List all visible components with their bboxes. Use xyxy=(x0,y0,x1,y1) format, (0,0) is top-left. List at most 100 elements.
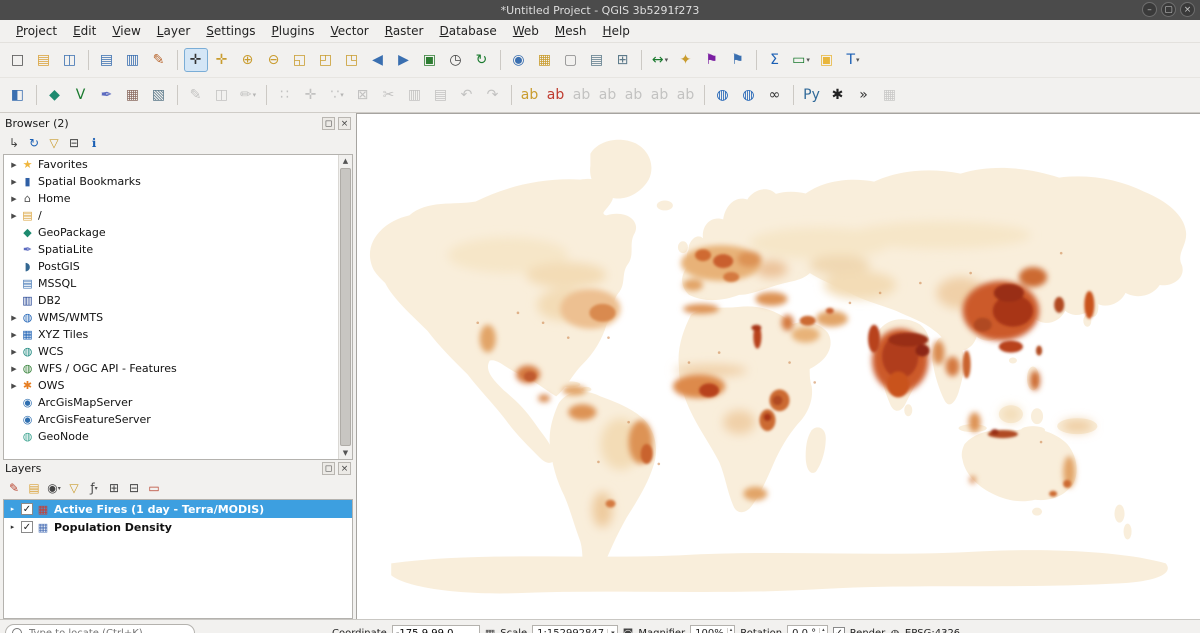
menu-web[interactable]: Web xyxy=(505,21,547,41)
geonode-browser-icon[interactable]: ◍ xyxy=(737,83,761,107)
statistics-icon[interactable]: Σ xyxy=(763,48,787,72)
menu-edit[interactable]: Edit xyxy=(65,21,104,41)
browser-item-wms-wmts[interactable]: ▶ ◍ WMS/WMTS xyxy=(4,309,338,326)
browser-item-favorites[interactable]: ▶ ★ Favorites xyxy=(4,156,338,173)
redo-icon[interactable]: ↷ xyxy=(481,83,505,107)
menu-database[interactable]: Database xyxy=(431,21,504,41)
refresh-map-icon[interactable]: ↻ xyxy=(470,48,494,72)
tree-expand-icon[interactable]: ▶ xyxy=(8,348,20,356)
rotate-label-icon[interactable]: ab xyxy=(648,83,672,107)
tree-expand-icon[interactable]: ▶ xyxy=(8,382,20,390)
tree-expand-icon[interactable]: ▶ xyxy=(8,331,20,339)
move-feature-icon[interactable]: ✛ xyxy=(299,83,323,107)
magnifier-spinner[interactable]: 100% xyxy=(690,625,735,633)
vertex-tool-icon[interactable]: ∵ ▾ xyxy=(325,83,349,107)
move-label-icon[interactable]: ab xyxy=(622,83,646,107)
select-features-icon[interactable]: ▦ xyxy=(533,48,557,72)
open-layer-styling-icon[interactable]: ✎ xyxy=(5,479,23,497)
tree-expand-icon[interactable]: ▶ xyxy=(8,314,20,322)
browser-item-geopackage[interactable]: ◆ GeoPackage xyxy=(4,224,338,241)
scroll-thumb[interactable] xyxy=(340,168,351,446)
browser-item-wcs[interactable]: ▶ ◍ WCS xyxy=(4,343,338,360)
show-bookmarks-icon[interactable]: ⚑ xyxy=(726,48,750,72)
chevron-down-icon[interactable]: ▾ xyxy=(607,629,615,633)
zoom-to-layer-icon[interactable]: ◳ xyxy=(340,48,364,72)
browser-item-spatial-bookmarks[interactable]: ▶ ▮ Spatial Bookmarks xyxy=(4,173,338,190)
pan-to-selection-icon[interactable]: ✛ xyxy=(210,48,234,72)
menu-project[interactable]: Project xyxy=(8,21,65,41)
minimize-button[interactable]: – xyxy=(1142,2,1157,17)
remove-layer-icon[interactable]: ▭ xyxy=(145,479,163,497)
locator-box[interactable] xyxy=(5,624,195,633)
browser-item-ows[interactable]: ▶ ✱ OWS xyxy=(4,377,338,394)
search-layers-icon[interactable]: ∞ xyxy=(763,83,787,107)
save-layer-edits-icon[interactable]: ◫ xyxy=(210,83,234,107)
cut-features-icon[interactable]: ✂ xyxy=(377,83,401,107)
menu-raster[interactable]: Raster xyxy=(377,21,432,41)
tree-expand-icon[interactable]: ▶ xyxy=(8,365,20,373)
close-panel-icon[interactable]: × xyxy=(338,462,351,475)
close-button[interactable]: × xyxy=(1180,2,1195,17)
properties-widget-icon[interactable]: ℹ xyxy=(85,134,103,152)
map-canvas[interactable] xyxy=(356,113,1200,619)
manage-map-themes-icon[interactable]: ◉ ▾ xyxy=(45,479,63,497)
expand-all-layers-icon[interactable]: ⊞ xyxy=(105,479,123,497)
hidden-tool-icon[interactable]: ▦ xyxy=(878,83,902,107)
toggle-editing-icon[interactable]: ✎ xyxy=(184,83,208,107)
scale-combo[interactable]: 1:152992847 ▾ xyxy=(532,625,618,633)
new-spatialite-layer-icon[interactable]: ✒ xyxy=(95,83,119,107)
identify-features-icon[interactable]: ◉ xyxy=(507,48,531,72)
tree-expand-icon[interactable]: ▶ xyxy=(8,178,20,186)
save-project-icon[interactable]: ◫ xyxy=(58,48,82,72)
style-manager-icon[interactable]: ✎ xyxy=(147,48,171,72)
scroll-down-icon[interactable] xyxy=(339,447,352,459)
browser-item-geonode[interactable]: ◍ GeoNode xyxy=(4,428,338,445)
change-label-icon[interactable]: ab xyxy=(674,83,698,107)
float-panel-icon[interactable]: ◻ xyxy=(322,462,335,475)
menu-help[interactable]: Help xyxy=(595,21,638,41)
layer-active-fires[interactable]: ▸ ✓ ▦ Active Fires (1 day - Terra/MODIS) xyxy=(4,500,352,518)
collapse-all-icon[interactable]: ⊟ xyxy=(65,134,83,152)
deselect-features-icon[interactable]: ▢ xyxy=(559,48,583,72)
tree-expand-icon[interactable]: ▶ xyxy=(8,195,20,203)
browser-item-root-folder[interactable]: ▶ ▤ / xyxy=(4,207,338,224)
rotation-spinner[interactable]: 0.0 ° xyxy=(787,625,828,633)
menu-view[interactable]: View xyxy=(104,21,148,41)
toolbar-overflow-icon[interactable]: » xyxy=(852,83,876,107)
delete-selected-icon[interactable]: ⊠ xyxy=(351,83,375,107)
zoom-next-icon[interactable]: ▶ xyxy=(392,48,416,72)
layer-population-density[interactable]: ▸ ✓ ▦ Population Density xyxy=(4,518,352,536)
text-annotation-icon[interactable]: T ▾ xyxy=(841,48,865,72)
browser-item-db2[interactable]: ▥ DB2 xyxy=(4,292,338,309)
zoom-last-icon[interactable]: ◀ xyxy=(366,48,390,72)
menu-plugins[interactable]: Plugins xyxy=(264,21,323,41)
spinner-arrows-icon[interactable] xyxy=(819,628,825,633)
filter-legend-icon[interactable]: ▽ xyxy=(65,479,83,497)
collapse-all-layers-icon[interactable]: ⊟ xyxy=(125,479,143,497)
layer-checkbox[interactable]: ✓ xyxy=(21,503,33,515)
plugin-bug-icon[interactable]: ✱ xyxy=(826,83,850,107)
paste-features-icon[interactable]: ▤ xyxy=(429,83,453,107)
float-panel-icon[interactable]: ◻ xyxy=(322,117,335,130)
browser-item-postgis[interactable]: ◗ PostGIS xyxy=(4,258,338,275)
new-virtual-layer-icon[interactable]: ▧ xyxy=(147,83,171,107)
new-project-icon[interactable]: □ xyxy=(6,48,30,72)
metasearch-icon[interactable]: ◍ xyxy=(711,83,735,107)
undo-icon[interactable]: ↶ xyxy=(455,83,479,107)
coordinate-input[interactable] xyxy=(392,625,480,633)
open-attribute-table-icon[interactable]: ▤ xyxy=(585,48,609,72)
browser-item-arcgis-map-server[interactable]: ◉ ArcGisMapServer xyxy=(4,394,338,411)
add-selected-layers-icon[interactable]: ↳ xyxy=(5,134,23,152)
scroll-track[interactable] xyxy=(339,167,352,447)
browser-item-home[interactable]: ▶ ⌂ Home xyxy=(4,190,338,207)
new-print-layout-icon[interactable]: ▤ xyxy=(95,48,119,72)
measure-tool-icon[interactable]: ▭ ▾ xyxy=(789,48,813,72)
open-project-icon[interactable]: ▤ xyxy=(32,48,56,72)
spinner-arrows-icon[interactable] xyxy=(727,628,733,633)
filter-browser-icon[interactable]: ▽ xyxy=(45,134,63,152)
maximize-button[interactable]: ▢ xyxy=(1161,2,1176,17)
close-panel-icon[interactable]: × xyxy=(338,117,351,130)
browser-scrollbar[interactable] xyxy=(338,155,352,459)
layer-labeling-icon[interactable]: ab xyxy=(518,83,542,107)
current-edits-icon[interactable]: ✏ ▾ xyxy=(236,83,260,107)
